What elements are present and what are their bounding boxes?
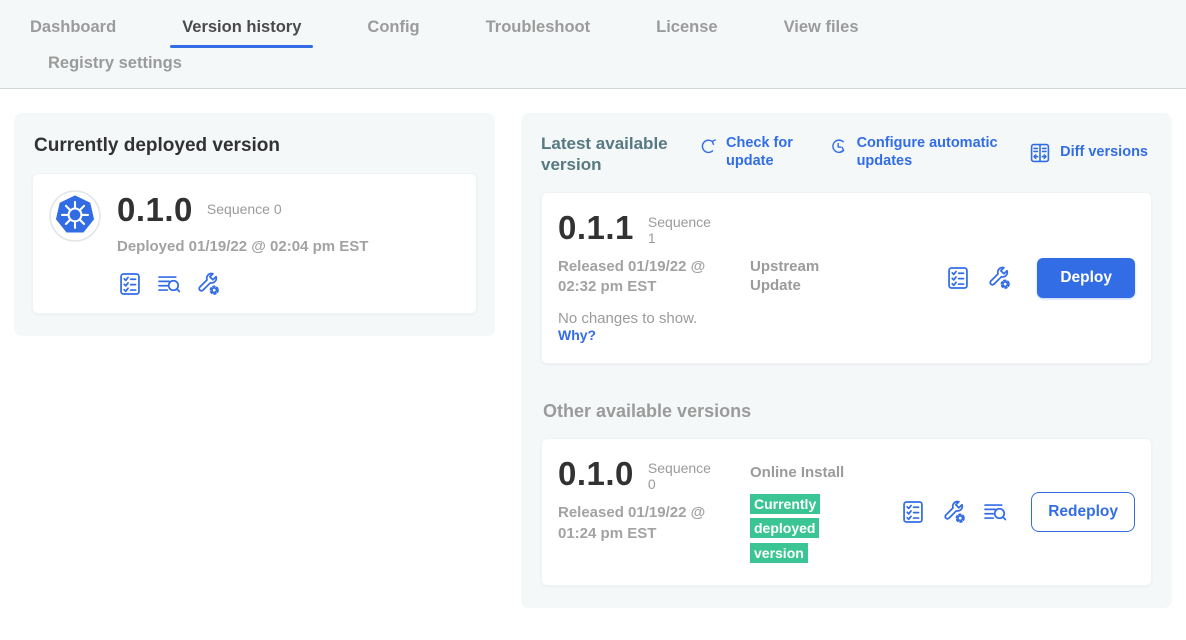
currently-deployed-title: Currently deployed version xyxy=(34,135,477,157)
edit-config-icon[interactable] xyxy=(195,271,221,297)
tab-registry-settings[interactable]: Registry settings xyxy=(36,48,194,88)
kubernetes-logo-icon xyxy=(49,190,101,242)
latest-version-card: 0.1.1 Sequence 1 Released 01/19/22 @ 02:… xyxy=(541,192,1152,365)
deploy-logs-icon[interactable] xyxy=(156,271,182,297)
tab-dashboard[interactable]: Dashboard xyxy=(18,14,128,48)
edit-config-icon[interactable] xyxy=(941,499,967,525)
sequence-label: Sequence 0 xyxy=(207,201,282,217)
preflight-checklist-icon[interactable] xyxy=(117,271,143,297)
sequence-label: Sequence 1 xyxy=(648,211,720,246)
redeploy-button[interactable]: Redeploy xyxy=(1031,492,1135,532)
currently-deployed-badge-wrap: Currently deployed version xyxy=(750,493,826,567)
deployed-timestamp: Deployed 01/19/22 @ 02:04 pm EST xyxy=(117,237,368,257)
top-nav: Dashboard Version history Config Trouble… xyxy=(0,0,1186,89)
other-available-title: Other available versions xyxy=(543,401,1150,422)
tab-troubleshoot[interactable]: Troubleshoot xyxy=(474,14,603,48)
diff-versions-link[interactable]: Diff versions xyxy=(1028,135,1148,170)
edit-config-icon[interactable] xyxy=(986,265,1012,291)
why-link[interactable]: Why? xyxy=(558,327,596,343)
version-source: Upstream Update xyxy=(750,257,868,296)
currently-deployed-panel: Currently deployed version 0.1.0 Sequenc… xyxy=(14,113,495,336)
latest-available-title: Latest available version xyxy=(541,133,683,176)
released-timestamp: Released 01/19/22 @ 01:24 pm EST xyxy=(558,503,740,544)
tab-license[interactable]: License xyxy=(644,14,729,48)
nav-row-1: Dashboard Version history Config Trouble… xyxy=(18,14,1186,48)
tab-config[interactable]: Config xyxy=(355,14,431,48)
deploy-button[interactable]: Deploy xyxy=(1037,258,1135,298)
sequence-label: Sequence 0 xyxy=(648,457,720,492)
version-source: Online Install xyxy=(750,463,868,483)
version-history-page: Currently deployed version 0.1.0 Sequenc… xyxy=(0,89,1186,608)
check-update-icon xyxy=(697,136,718,157)
released-timestamp: Released 01/19/22 @ 02:32 pm EST xyxy=(558,257,740,298)
nav-row-2: Registry settings xyxy=(36,48,1186,88)
preflight-checklist-icon[interactable] xyxy=(900,499,926,525)
version-number: 0.1.0 xyxy=(558,457,634,490)
other-version-card: 0.1.0 Sequence 0 Released 01/19/22 @ 01:… xyxy=(541,438,1152,586)
deployed-version-body: 0.1.0 Sequence 0 Deployed 01/19/22 @ 02:… xyxy=(117,190,368,297)
currently-deployed-badge: Currently deployed version xyxy=(750,494,820,564)
available-versions-panel: Latest available version Check for updat… xyxy=(521,113,1172,608)
preflight-checklist-icon[interactable] xyxy=(945,265,971,291)
tab-version-history[interactable]: Version history xyxy=(170,14,313,48)
no-changes-text: No changes to show. xyxy=(558,310,750,327)
auto-update-icon xyxy=(828,136,849,157)
check-for-update-link[interactable]: Check for update xyxy=(697,135,806,170)
tab-view-files[interactable]: View files xyxy=(772,14,871,48)
version-number: 0.1.0 xyxy=(117,193,193,226)
diff-icon xyxy=(1028,141,1052,165)
version-number: 0.1.1 xyxy=(558,211,634,244)
panel-actions: Check for update Configure automatic upd… xyxy=(697,135,1148,170)
deployed-version-card: 0.1.0 Sequence 0 Deployed 01/19/22 @ 02:… xyxy=(32,173,477,314)
deploy-logs-icon[interactable] xyxy=(982,499,1008,525)
configure-automatic-updates-link[interactable]: Configure automatic updates xyxy=(828,135,1007,170)
